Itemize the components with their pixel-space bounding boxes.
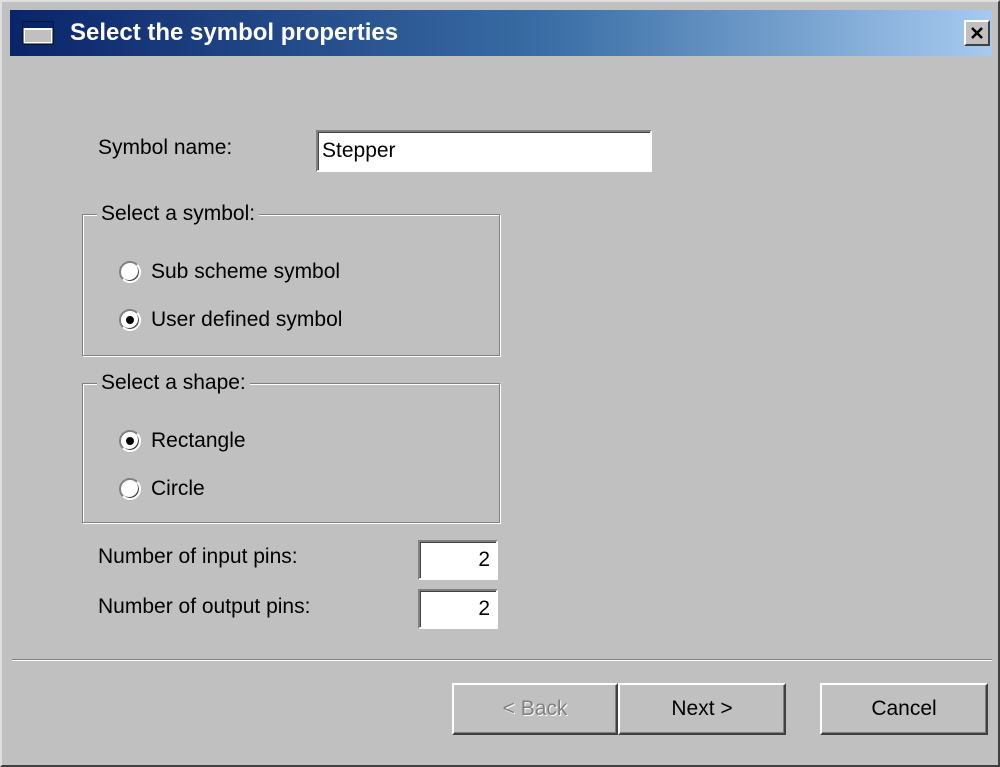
divider [12,659,992,661]
window-icon [22,21,54,45]
output-pins-label: Number of output pins: [98,595,311,618]
radio-indicator[interactable] [119,430,141,452]
radio-label: Circle [151,477,205,500]
output-pins-field[interactable] [418,589,498,629]
close-icon [971,27,983,39]
radio-label: Sub scheme symbol [151,260,341,283]
shape-group-title: Select a shape: [97,370,250,396]
radio-circle[interactable]: Circle [119,474,205,504]
input-pins-label: Number of input pins: [98,545,298,568]
radio-label: Rectangle [151,429,246,452]
symbol-group: Select a symbol: Sub scheme symbol User … [82,201,500,356]
title-bar[interactable]: Select the symbol properties [10,10,992,56]
radio-indicator[interactable] [119,478,141,500]
radio-indicator[interactable] [119,309,141,331]
radio-sub-scheme-symbol[interactable]: Sub scheme symbol [119,257,340,287]
radio-label: User defined symbol [151,308,343,331]
cancel-button[interactable]: Cancel [820,683,988,735]
symbol-name-label: Symbol name: [98,136,233,159]
radio-indicator[interactable] [119,261,141,283]
radio-user-defined-symbol[interactable]: User defined symbol [119,305,342,335]
back-button[interactable]: < Back [452,683,618,735]
symbol-name-input[interactable] [316,130,652,172]
close-button[interactable] [964,20,990,46]
input-pins-field[interactable] [418,540,498,580]
radio-rectangle[interactable]: Rectangle [119,426,246,456]
next-button[interactable]: Next > [618,683,786,735]
shape-group: Select a shape: Rectangle Circle [82,370,500,523]
symbol-group-title: Select a symbol: [97,201,260,227]
dialog-window: Select the symbol properties Symbol name… [0,0,1000,767]
window-title: Select the symbol properties [70,19,399,46]
